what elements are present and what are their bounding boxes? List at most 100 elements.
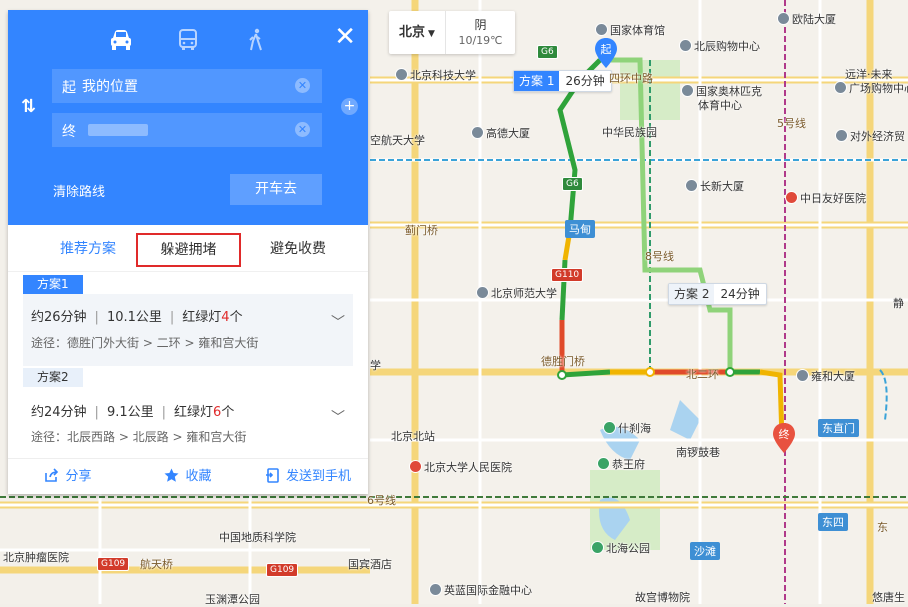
start-field-label: 起 <box>62 80 76 96</box>
end-marker[interactable]: 终 <box>773 423 795 453</box>
poi-text: 北京科技大学 <box>410 69 476 82</box>
start-marker[interactable]: 起 <box>595 38 617 68</box>
road-label: 航天桥 <box>140 558 173 571</box>
route-tag-plan2[interactable]: 方案 2 24分钟 <box>668 283 767 305</box>
plan-time: 约24分钟 <box>31 405 87 420</box>
send-to-phone-button[interactable]: 发送到手机 <box>248 459 368 495</box>
poi-label[interactable]: 玉渊潭公园 <box>205 591 260 607</box>
station-shatan[interactable]: 沙滩 <box>690 542 720 560</box>
station-dongzhimen[interactable]: 东直门 <box>818 419 859 437</box>
tab-avoid-toll[interactable]: 避免收费 <box>248 233 348 267</box>
poi-text: 故宫博物院 <box>635 591 690 604</box>
hospital-icon <box>786 192 797 203</box>
add-waypoint-icon[interactable]: + <box>341 98 358 115</box>
walk-icon[interactable] <box>243 28 269 52</box>
poi-text: 学 <box>370 359 381 372</box>
poi-text: 玉渊潭公园 <box>205 593 260 606</box>
poi-text: 恭王府 <box>612 458 645 471</box>
plan-label-2[interactable]: 方案2 <box>23 368 83 387</box>
poi-label[interactable]: 国家体育馆 <box>596 22 665 38</box>
route-search-box: ✕ ⇅ + 起 ✕ 终 ✕ 清除路线 开车去 <box>8 10 368 225</box>
separator: | <box>161 405 167 420</box>
highway-shield: G110 <box>551 268 584 282</box>
swap-icon[interactable]: ⇅ <box>21 96 36 117</box>
weather-info: 阴 10/19℃ <box>446 17 515 49</box>
poi-text: 广场购物中心 <box>849 82 908 95</box>
tab-recommended[interactable]: 推荐方案 <box>33 233 143 267</box>
poi-label: 体育中心 <box>698 97 742 113</box>
plan-summary: 约24分钟 | 9.1公里 | 红绿灯6个 <box>31 401 234 420</box>
poi-label[interactable]: 南锣鼓巷 <box>676 444 720 460</box>
end-field[interactable]: 终 ✕ <box>52 113 322 147</box>
poi-label[interactable]: 北海公园 <box>592 540 650 556</box>
poi-text: 北京肿瘤医院 <box>3 551 69 564</box>
separator: | <box>169 310 175 325</box>
poi-label[interactable]: 广场购物中心 <box>835 80 908 96</box>
poi-icon <box>682 85 693 96</box>
poi-label[interactable]: 国宾酒店 <box>348 556 392 572</box>
highway-shield: G6 <box>562 177 583 191</box>
clear-route-link[interactable]: 清除路线 <box>53 181 105 200</box>
poi-label[interactable]: 悠唐生 <box>872 589 905 605</box>
plan-card-1[interactable]: 约26分钟 | 10.1公里 | 红绿灯4个 途径：德胜门外大街 > 二环 > 雍和宫大… <box>23 294 353 366</box>
road-label: 北二环 <box>686 368 719 381</box>
poi-label[interactable]: 空航天大学 <box>370 132 425 148</box>
poi-icon <box>836 130 847 141</box>
poi-label[interactable]: 恭王府 <box>598 456 645 472</box>
bus-icon[interactable] <box>175 28 201 52</box>
poi-label[interactable]: 故宫博物院 <box>635 589 690 605</box>
favorite-button[interactable]: 收藏 <box>128 459 248 495</box>
poi-text: 什刹海 <box>618 422 651 435</box>
end-input[interactable] <box>82 113 282 147</box>
share-button[interactable]: 分享 <box>8 459 128 495</box>
city-selector[interactable]: 北京 ▼ <box>389 11 446 54</box>
poi-label[interactable]: 北辰购物中心 <box>680 38 760 54</box>
poi-label[interactable]: 北京师范大学 <box>477 285 557 301</box>
road-label: 蓟门桥 <box>405 224 438 237</box>
poi-label[interactable]: 高德大厦 <box>472 125 530 141</box>
chevron-down-icon[interactable]: ﹀ <box>331 312 345 332</box>
road-label: 6号线 <box>367 494 396 507</box>
poi-text: 雍和大厦 <box>811 370 855 383</box>
chevron-down-icon[interactable]: ﹀ <box>331 407 345 427</box>
clear-end-icon[interactable]: ✕ <box>295 122 310 137</box>
clear-start-icon[interactable]: ✕ <box>295 78 310 93</box>
poi-label[interactable]: 中华民族园 <box>602 124 657 140</box>
route-tag-plan1[interactable]: 方案 1 26分钟 <box>513 70 612 92</box>
poi-icon <box>396 69 407 80</box>
start-driving-button[interactable]: 开车去 <box>230 174 322 205</box>
poi-icon <box>680 40 691 51</box>
car-icon[interactable] <box>108 28 134 52</box>
route-preference-tabs: 推荐方案 躲避拥堵 避免收费 <box>8 225 368 272</box>
poi-label[interactable]: 北京大学人民医院 <box>410 459 512 475</box>
start-field[interactable]: 起 ✕ <box>52 69 322 103</box>
poi-label[interactable]: 北京北站 <box>391 428 435 444</box>
poi-label[interactable]: 北京科技大学 <box>396 67 476 83</box>
poi-label[interactable]: 中国地质科学院 <box>219 529 296 545</box>
station-madian[interactable]: 马甸 <box>565 220 595 238</box>
poi-label[interactable]: 欧陆大厦 <box>778 11 836 27</box>
poi-label[interactable]: 什刹海 <box>604 420 651 436</box>
station-dongsi[interactable]: 东四 <box>818 513 848 531</box>
tab-avoid-congestion[interactable]: 躲避拥堵 <box>136 233 241 267</box>
poi-text: 国家体育馆 <box>610 24 665 37</box>
plan-card-2[interactable]: 约24分钟 | 9.1公里 | 红绿灯6个 途径：北辰西路 > 北辰路 > 雍和宫大街 … <box>23 387 353 457</box>
poi-label[interactable]: 北京肿瘤医院 <box>3 549 69 565</box>
park-icon <box>604 422 615 433</box>
poi-text: 体育中心 <box>698 99 742 112</box>
poi-label[interactable]: 对外经济贸 <box>836 128 905 144</box>
close-icon[interactable]: ✕ <box>334 24 356 50</box>
poi-label[interactable]: 长新大厦 <box>686 178 744 194</box>
send-to-phone-icon <box>265 468 279 483</box>
send-to-phone-label: 发送到手机 <box>285 469 351 484</box>
plan-time: 约26分钟 <box>31 310 87 325</box>
poi-text: 北辰购物中心 <box>694 40 760 53</box>
road-label: 5号线 <box>777 117 806 130</box>
poi-label: 静 <box>893 295 904 311</box>
poi-label[interactable]: 雍和大厦 <box>797 368 855 384</box>
poi-label[interactable]: 英蓝国际金融中心 <box>430 582 532 598</box>
poi-text: 悠唐生 <box>872 591 905 604</box>
road-label: 四环中路 <box>609 72 653 85</box>
poi-label[interactable]: 中日友好医院 <box>786 190 866 206</box>
start-input[interactable] <box>82 69 282 103</box>
